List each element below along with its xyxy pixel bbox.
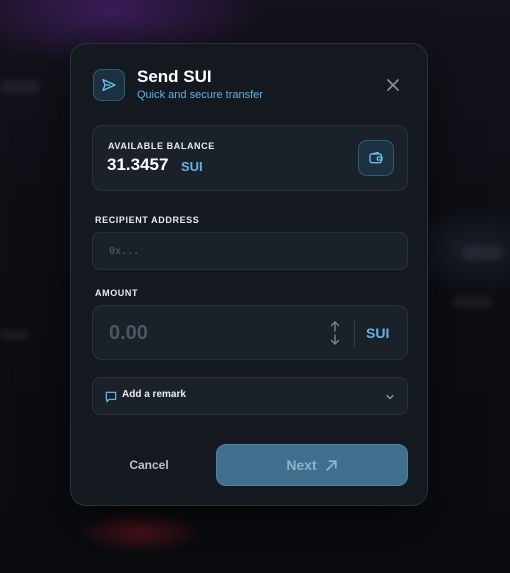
background-blur [452,296,492,308]
wallet-icon [369,151,383,164]
balance-value: 31.3457 [107,155,169,174]
message-square-icon [105,391,117,403]
balance-label: AVAILABLE BALANCE [108,141,215,151]
next-label: Next [286,457,317,473]
remark-label: Add a remark [122,389,186,400]
modal-title: Send SUI [137,67,212,86]
cancel-button[interactable]: Cancel [113,444,185,486]
swap-vertical-icon[interactable] [328,320,342,346]
arrow-up-right-icon [325,459,337,471]
modal-subtitle: Quick and secure transfer [137,89,263,101]
next-button[interactable]: Next [216,444,408,486]
amount-divider [354,319,355,347]
recipient-address-input[interactable] [92,232,408,270]
close-icon [387,79,399,91]
send-icon [93,69,125,101]
send-modal: Send SUI Quick and secure transfer AVAIL… [70,43,428,506]
amount-input[interactable] [109,316,309,350]
chevron-down-icon [386,394,394,400]
add-remark-toggle[interactable]: Add a remark [92,377,408,415]
amount-field: SUI [92,305,408,360]
amount-label: AMOUNT [95,288,139,298]
background-blur [0,80,40,94]
background-blur [462,246,502,260]
recipient-label: RECIPIENT ADDRESS [95,215,200,225]
amount-unit: SUI [366,325,390,341]
balance-card: AVAILABLE BALANCE 31.3457 SUI [92,125,408,191]
wallet-button[interactable] [358,140,394,176]
close-button[interactable] [383,75,403,95]
background-blur [0,330,30,340]
balance-unit: SUI [181,159,203,174]
